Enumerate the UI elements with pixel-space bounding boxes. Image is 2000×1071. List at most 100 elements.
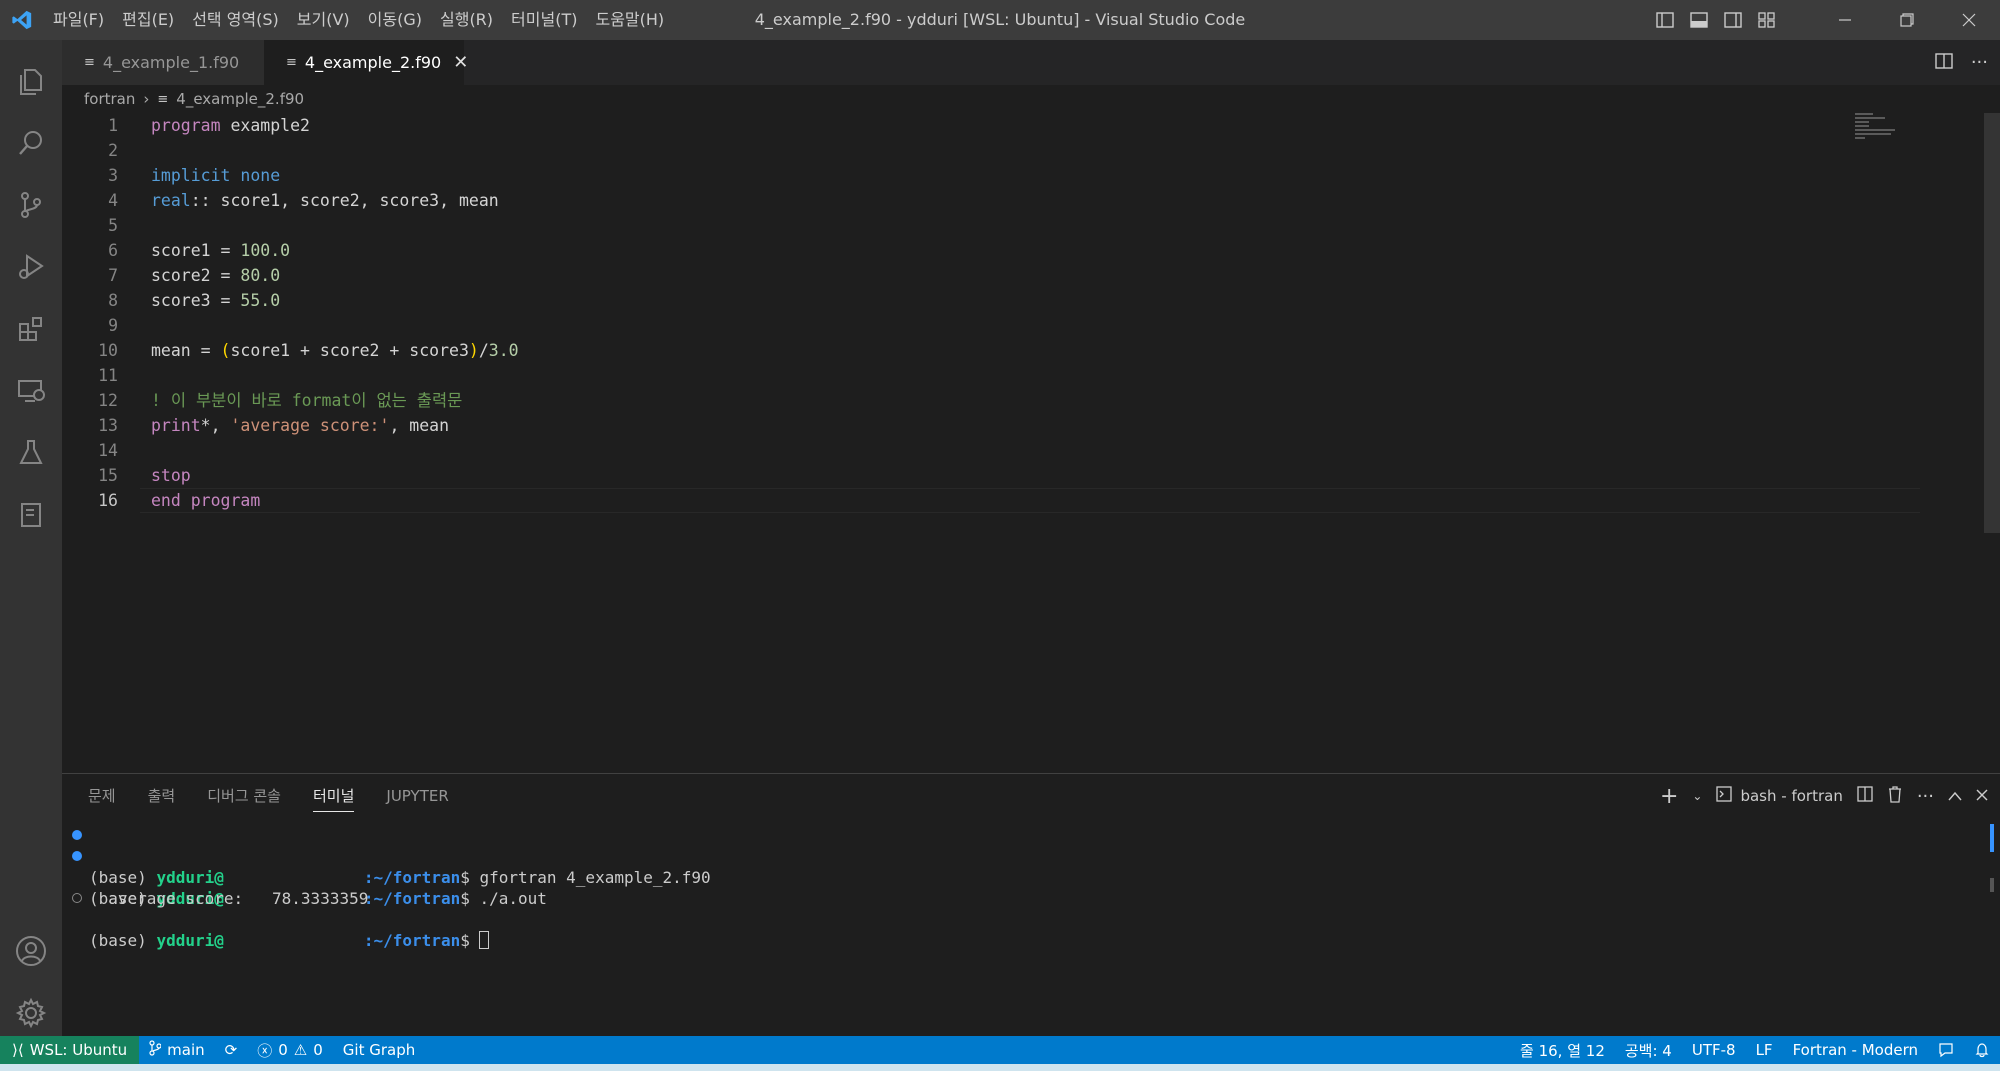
- menu-bar: 파일(F) 편집(E) 선택 영역(S) 보기(V) 이동(G) 실행(R) 터…: [44, 0, 673, 40]
- menu-view[interactable]: 보기(V): [288, 0, 359, 40]
- remote-label: WSL: Ubuntu: [29, 1041, 128, 1059]
- terminal-output: average score: 78.3333359: [89, 889, 369, 908]
- bottom-panel: 문제 출력 디버그 콘솔 터미널 JUPYTER + ⌄ bash - fort…: [62, 773, 2000, 1036]
- tab-output[interactable]: 출력: [148, 774, 176, 818]
- menu-run[interactable]: 실행(R): [431, 0, 502, 40]
- file-lines-icon: ≡: [286, 55, 297, 70]
- git-branch-icon: [149, 1040, 162, 1060]
- line-number: 16: [98, 491, 118, 510]
- line-number: 3: [108, 166, 118, 185]
- error-icon: ⓧ: [257, 1041, 273, 1060]
- breadcrumb: fortran › ≡ 4_example_2.f90: [62, 85, 304, 113]
- minimap[interactable]: [1855, 113, 1915, 153]
- code-line: score3 = 55.0: [151, 291, 281, 310]
- problems-summary[interactable]: ⓧ 0 ⚠ 0: [247, 1036, 333, 1064]
- feedback-icon[interactable]: [1928, 1036, 1964, 1064]
- taskbar-edge: [0, 1064, 2000, 1071]
- line-number: 1: [108, 116, 118, 135]
- terminal-line: (base) ydduri@:~/fortran$ ./a.out: [62, 846, 547, 908]
- line-number: 14: [98, 441, 118, 460]
- terminal-prompt[interactable]: (base) ydduri@:~/fortran$: [62, 888, 490, 950]
- chevron-down-icon[interactable]: ⌄: [1692, 789, 1702, 803]
- end-of-line[interactable]: LF: [1746, 1036, 1783, 1064]
- sync-icon[interactable]: ⟳: [215, 1036, 248, 1064]
- indentation[interactable]: 공백: 4: [1615, 1036, 1682, 1064]
- command-decoration-icon: [72, 893, 82, 903]
- editor-scrollbar[interactable]: [1984, 113, 2000, 533]
- tab-label: 4_example_1.f90: [102, 53, 240, 72]
- menu-selection[interactable]: 선택 영역(S): [183, 0, 288, 40]
- extensions-icon[interactable]: [0, 300, 62, 358]
- cursor-position[interactable]: 줄 16, 열 12: [1510, 1036, 1615, 1064]
- line-number: 10: [98, 341, 118, 360]
- file-lines-icon: ≡: [157, 91, 169, 107]
- manage-gear-icon[interactable]: [0, 984, 62, 1042]
- menu-go[interactable]: 이동(G): [359, 0, 431, 40]
- line-number: 15: [98, 466, 118, 485]
- menu-help[interactable]: 도움말(H): [586, 0, 673, 40]
- git-branch[interactable]: main: [139, 1036, 214, 1064]
- breadcrumb-folder[interactable]: fortran: [84, 90, 135, 108]
- more-actions-icon[interactable]: ···: [1971, 52, 1988, 73]
- close-panel-icon[interactable]: [1976, 787, 1988, 805]
- split-editor-icon[interactable]: [1935, 52, 1953, 73]
- minimize-icon[interactable]: [1814, 0, 1876, 40]
- tab-terminal[interactable]: 터미널: [313, 774, 355, 818]
- notebook-icon[interactable]: [0, 486, 62, 544]
- command-decoration-icon[interactable]: [72, 851, 82, 861]
- file-lines-icon: ≡: [84, 55, 95, 70]
- code-line: mean = (score1 + score2 + score3)/3.0: [151, 341, 519, 360]
- source-control-icon[interactable]: [0, 176, 62, 234]
- code-editor[interactable]: 1 program example2 2 3 implicit none 4 real…: [62, 113, 2000, 773]
- toggle-primary-sidebar-icon[interactable]: [1648, 0, 1682, 40]
- run-debug-icon[interactable]: [0, 238, 62, 296]
- close-window-icon[interactable]: [1938, 0, 2000, 40]
- customize-layout-icon[interactable]: [1750, 0, 1784, 40]
- explorer-icon[interactable]: [0, 52, 62, 110]
- line-number: 13: [98, 416, 118, 435]
- status-bar: ⟩⟨ WSL: Ubuntu main ⟳ ⓧ 0 ⚠ 0 Git Graph …: [0, 1036, 2000, 1064]
- git-graph-button[interactable]: Git Graph: [333, 1036, 425, 1064]
- tab-4-example-2[interactable]: ≡ 4_example_2.f90 ✕: [264, 40, 468, 85]
- breadcrumb-file[interactable]: 4_example_2.f90: [176, 90, 304, 108]
- new-terminal-icon[interactable]: +: [1660, 784, 1678, 809]
- line-number: 2: [108, 141, 118, 160]
- remote-explorer-icon[interactable]: [0, 362, 62, 420]
- search-icon[interactable]: [0, 114, 62, 172]
- notifications-bell-icon[interactable]: [1964, 1036, 2000, 1064]
- terminal-scrollbar[interactable]: [1990, 824, 1994, 852]
- tab-debug-console[interactable]: 디버그 콘솔: [207, 774, 281, 818]
- code-line: stop: [151, 466, 191, 485]
- remote-icon: ⟩⟨: [12, 1041, 24, 1059]
- tab-4-example-1[interactable]: ≡ 4_example_1.f90: [62, 40, 264, 85]
- trash-icon[interactable]: [1887, 785, 1903, 807]
- vscode-logo-icon: [0, 0, 44, 40]
- toggle-secondary-sidebar-icon[interactable]: [1716, 0, 1750, 40]
- terminal-cursor: [479, 931, 490, 949]
- remote-indicator[interactable]: ⟩⟨ WSL: Ubuntu: [0, 1036, 140, 1064]
- account-icon[interactable]: [0, 922, 62, 980]
- tab-problems[interactable]: 문제: [88, 774, 116, 818]
- code-line: program example2: [151, 116, 310, 135]
- toggle-panel-icon[interactable]: [1682, 0, 1716, 40]
- testing-icon[interactable]: [0, 424, 62, 482]
- close-tab-icon[interactable]: ✕: [453, 52, 468, 73]
- menu-terminal[interactable]: 터미널(T): [502, 0, 586, 40]
- language-mode[interactable]: Fortran - Modern: [1783, 1036, 1928, 1064]
- encoding[interactable]: UTF-8: [1682, 1036, 1746, 1064]
- code-comment: ! 이 부분이 바로 format이 없는 출력문: [151, 391, 463, 410]
- more-actions-icon[interactable]: ···: [1917, 786, 1934, 807]
- terminal-icon: [1716, 786, 1733, 806]
- code-line: real:: score1, score2, score3, mean: [151, 191, 499, 210]
- terminal-name[interactable]: bash - fortran: [1740, 787, 1842, 805]
- maximize-panel-icon[interactable]: [1948, 787, 1962, 805]
- menu-edit[interactable]: 편집(E): [113, 0, 183, 40]
- restore-icon[interactable]: [1876, 0, 1938, 40]
- split-terminal-icon[interactable]: [1857, 786, 1873, 806]
- command-decoration-icon[interactable]: [72, 830, 82, 840]
- menu-file[interactable]: 파일(F): [44, 0, 113, 40]
- line-number: 12: [98, 391, 118, 410]
- tab-jupyter[interactable]: JUPYTER: [386, 774, 448, 818]
- warning-icon: ⚠: [293, 1041, 308, 1059]
- editor-tab-bar: ≡ 4_example_1.f90 ≡ 4_example_2.f90 ✕ ··…: [62, 40, 2000, 85]
